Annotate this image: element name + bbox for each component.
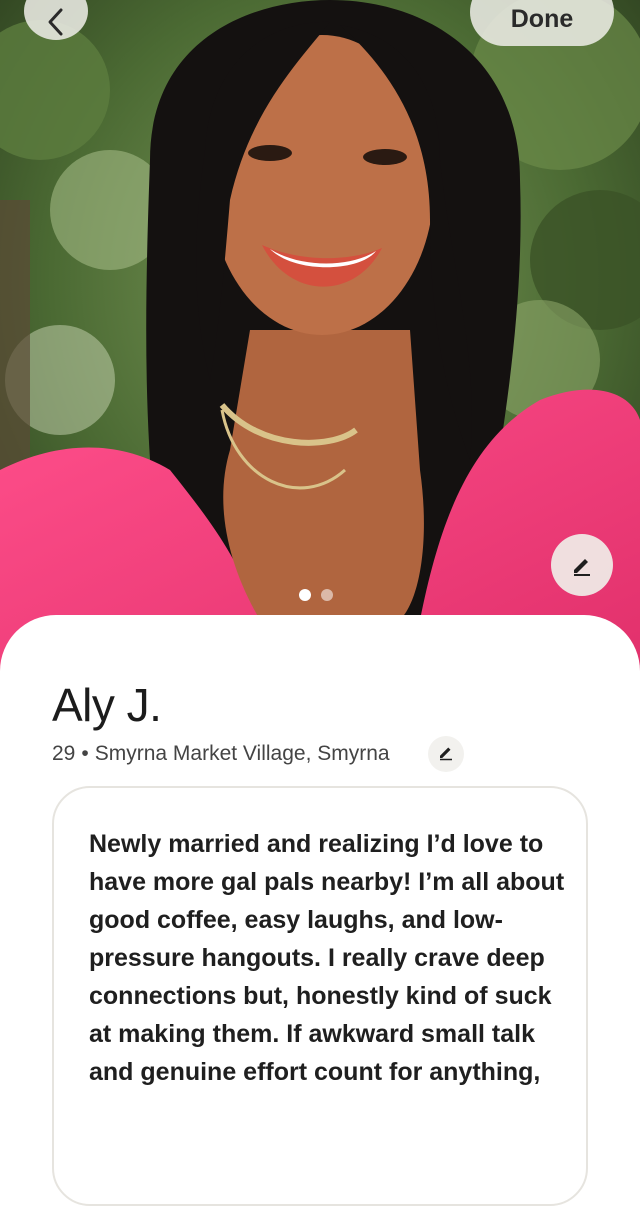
pagination-dot-active[interactable] <box>299 589 311 601</box>
edit-details-button[interactable] <box>428 736 464 772</box>
pencil-icon <box>570 553 594 577</box>
profile-location: Smyrna Market Village, Smyrna <box>94 742 390 765</box>
profile-meta: 29 • Smyrna Market Village, Smyrna <box>52 740 390 768</box>
meta-separator: • <box>81 742 89 765</box>
profile-name: Aly J. <box>52 679 162 731</box>
edit-photo-button[interactable] <box>551 534 613 596</box>
done-button[interactable]: Done <box>470 0 614 46</box>
pagination-dot[interactable] <box>321 589 333 601</box>
pencil-icon <box>437 743 455 766</box>
photo-pagination <box>299 589 333 601</box>
profile-age: 29 <box>52 742 76 765</box>
profile-photo[interactable]: Done <box>0 0 640 700</box>
chevron-left-icon <box>45 7 67 37</box>
bio-text: Newly married and realizing I’d love to … <box>89 830 565 1086</box>
